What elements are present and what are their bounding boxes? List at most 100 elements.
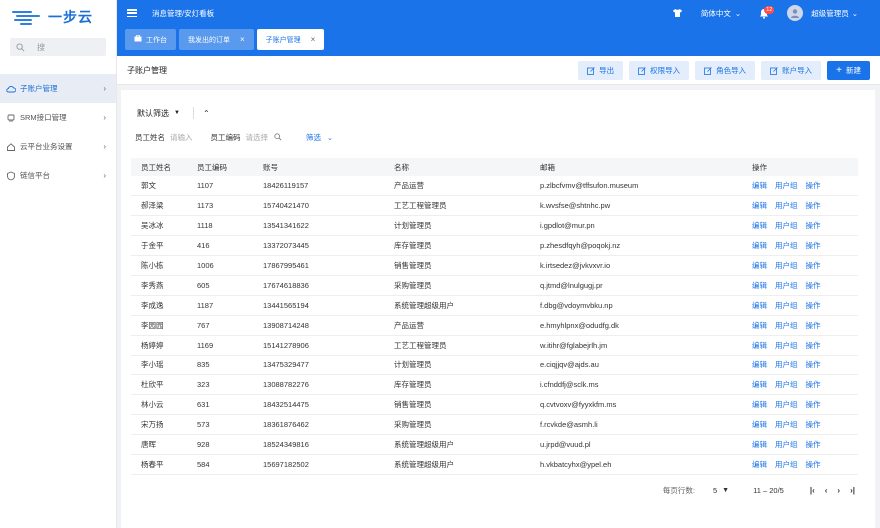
user-group-link[interactable]: 用户组 (775, 201, 798, 210)
next-page-icon[interactable]: › (837, 486, 840, 495)
table-cell: 605 (187, 275, 253, 296)
edit-link[interactable]: 编辑 (752, 281, 767, 290)
column-header[interactable]: 员工编码 (187, 158, 253, 176)
new-button[interactable]: + 新建 (827, 61, 870, 80)
operate-link[interactable]: 操作 (806, 440, 821, 449)
operate-link[interactable]: 操作 (806, 301, 821, 310)
column-header[interactable]: 员工姓名 (131, 158, 187, 176)
last-page-icon[interactable]: ›| (850, 486, 855, 495)
logo[interactable]: 一步云 (0, 0, 116, 34)
table-cell: 1006 (187, 255, 253, 276)
user-group-link[interactable]: 用户组 (775, 301, 798, 310)
operate-link[interactable]: 操作 (806, 341, 821, 350)
user-group-link[interactable]: 用户组 (775, 341, 798, 350)
sidebar-item-chain-platform[interactable]: 链信平台 › (0, 161, 116, 190)
table-cell: i.gpdlot@mur.pn (530, 215, 742, 237)
employee-name-label: 员工姓名 (135, 133, 165, 142)
edit-link[interactable]: 编辑 (752, 301, 767, 310)
user-group-link[interactable]: 用户组 (775, 221, 798, 230)
rows-per-page-select[interactable]: 5 ▼ (713, 486, 729, 495)
sidebar-item-srm[interactable]: SRM接口管理 › (0, 103, 116, 132)
operate-link[interactable]: 操作 (806, 241, 821, 250)
edit-link[interactable]: 编辑 (752, 261, 767, 270)
user-group-link[interactable]: 用户组 (775, 321, 798, 330)
column-header[interactable]: 账号 (253, 158, 384, 176)
filter-toggle[interactable]: 筛选 ⌄ (306, 132, 333, 143)
search-icon[interactable] (274, 132, 282, 143)
prev-page-icon[interactable]: ‹ (825, 486, 828, 495)
employee-code-select[interactable]: 请选择 (246, 132, 269, 143)
edit-link[interactable]: 编辑 (752, 321, 767, 330)
table-cell: 835 (187, 355, 253, 376)
edit-link[interactable]: 编辑 (752, 241, 767, 250)
language-select[interactable]: 简体中文 ⌄ (701, 8, 741, 19)
close-icon[interactable]: × (240, 35, 245, 44)
first-page-icon[interactable]: |‹ (810, 486, 815, 495)
edit-link[interactable]: 编辑 (752, 440, 767, 449)
user-group-link[interactable]: 用户组 (775, 241, 798, 250)
table-cell: 杜欣平 (131, 374, 187, 396)
edit-link[interactable]: 编辑 (752, 221, 767, 230)
import-roles-button[interactable]: 角色导入 (695, 61, 756, 80)
operate-link[interactable]: 操作 (806, 460, 821, 469)
operate-link[interactable]: 操作 (806, 281, 821, 290)
table-cell: 1173 (187, 195, 253, 217)
close-icon[interactable]: × (311, 35, 316, 44)
table-row: 杨春平 584 15697182502 系统管理超级用户 h.vkbatcyhx@ype… (131, 454, 858, 475)
operate-link[interactable]: 操作 (806, 181, 821, 190)
shield-icon (6, 171, 16, 181)
table-cell: u.jrpd@vuud.pl (530, 434, 742, 455)
sidebar-item-cloud-settings[interactable]: 云平台业务设置 › (0, 132, 116, 161)
edit-link[interactable]: 编辑 (752, 341, 767, 350)
operate-link[interactable]: 操作 (806, 360, 821, 369)
user-group-link[interactable]: 用户组 (775, 440, 798, 449)
tab-my-orders[interactable]: 我发出的订单 × (179, 29, 254, 50)
edit-link[interactable]: 编辑 (752, 360, 767, 369)
employee-name-input[interactable]: 请输入 (170, 132, 193, 143)
edit-link[interactable]: 编辑 (752, 420, 767, 429)
filter-preset-select[interactable]: 默认筛选 ▼ (137, 108, 180, 119)
operate-link[interactable]: 操作 (806, 321, 821, 330)
tab-workbench[interactable]: 工作台 (125, 29, 176, 50)
operate-link[interactable]: 操作 (806, 380, 821, 389)
column-header[interactable]: 名称 (384, 158, 530, 176)
edit-link[interactable]: 编辑 (752, 460, 767, 469)
column-header[interactable]: 邮箱 (530, 158, 742, 176)
user-group-link[interactable]: 用户组 (775, 281, 798, 290)
table-cell: 18426119157 (253, 176, 384, 197)
operate-link[interactable]: 操作 (806, 201, 821, 210)
sidebar-search-input[interactable]: 搜 (10, 38, 106, 56)
import-permissions-button[interactable]: 权限导入 (629, 61, 690, 80)
tab-sub-accounts[interactable]: 子账户管理 × (256, 29, 325, 50)
user-group-link[interactable]: 用户组 (775, 181, 798, 190)
menu-toggle-icon[interactable] (127, 9, 137, 17)
toolbar: 导出 权限导入 角色导入 账户导入 + 新建 (572, 61, 870, 80)
user-name: 超级管理员 (811, 8, 849, 18)
operate-link[interactable]: 操作 (806, 221, 821, 230)
user-group-link[interactable]: 用户组 (775, 460, 798, 469)
user-group-link[interactable]: 用户组 (775, 261, 798, 270)
operate-link[interactable]: 操作 (806, 420, 821, 429)
user-group-link[interactable]: 用户组 (775, 380, 798, 389)
user-menu[interactable]: 超级管理员 ⌄ (787, 5, 858, 21)
user-group-link[interactable]: 用户组 (775, 420, 798, 429)
edit-link[interactable]: 编辑 (752, 400, 767, 409)
edit-link[interactable]: 编辑 (752, 380, 767, 389)
import-accounts-button[interactable]: 账户导入 (761, 61, 822, 80)
export-button[interactable]: 导出 (578, 61, 624, 80)
user-group-link[interactable]: 用户组 (775, 400, 798, 409)
tab-label: 我发出的订单 (188, 36, 230, 44)
user-group-link[interactable]: 用户组 (775, 360, 798, 369)
table-cell: 928 (187, 434, 253, 455)
operate-link[interactable]: 操作 (806, 261, 821, 270)
edit-link[interactable]: 编辑 (752, 181, 767, 190)
shirt-icon[interactable] (672, 8, 683, 18)
sidebar-item-sub-accounts[interactable]: 子账户管理 › (0, 74, 116, 103)
operate-link[interactable]: 操作 (806, 400, 821, 409)
notification-button[interactable]: 12 (759, 5, 775, 19)
collapse-icon[interactable]: ⌃ (203, 109, 210, 118)
breadcrumb: 消息管理/安灯看板 (152, 8, 215, 18)
row-actions: 编辑 用户组 操作 (742, 355, 858, 376)
table-cell: 15141278906 (253, 335, 384, 356)
edit-link[interactable]: 编辑 (752, 201, 767, 210)
